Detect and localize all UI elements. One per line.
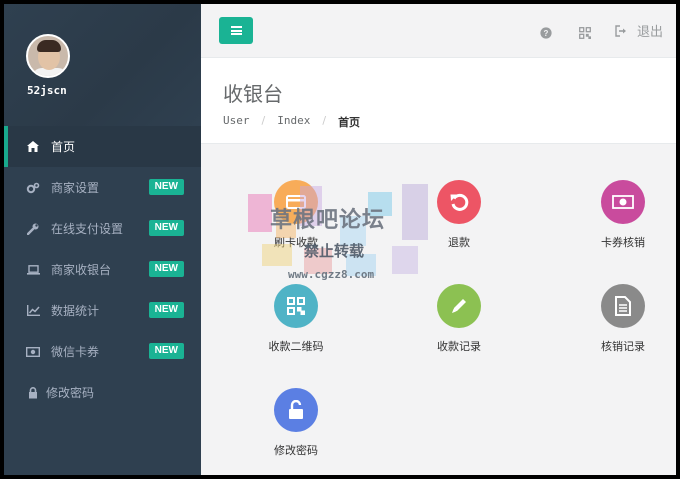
gears-icon — [26, 181, 40, 195]
tile-coupon-verify[interactable]: 卡券核销 — [568, 180, 676, 250]
money-icon — [601, 180, 645, 224]
sidebar-item-label: 首页 — [51, 140, 76, 154]
breadcrumb-item-current: 首页 — [338, 116, 361, 129]
help-icon[interactable]: ? — [540, 24, 552, 39]
sidebar-item-label: 商家收银台 — [51, 263, 112, 277]
wrench-icon — [26, 222, 40, 236]
sidebar-item-merchant-settings[interactable]: 商家设置 NEW — [4, 167, 201, 208]
sidebar-item-online-payment-settings[interactable]: 在线支付设置 NEW — [4, 208, 201, 249]
cashier-dashboard: 刷卡收款 退款 卡券核销 收款二维码 收款记录 核销记录 修改密码 — [201, 144, 676, 475]
new-badge: NEW — [148, 179, 184, 195]
tile-card-payment[interactable]: 刷卡收款 — [241, 180, 351, 250]
menu-toggle-button[interactable] — [219, 17, 253, 44]
breadcrumb-item-index[interactable]: Index — [277, 114, 310, 130]
logout-label: 退出 — [637, 25, 664, 40]
sidebar-item-wechat-coupons[interactable]: 微信卡券 NEW — [4, 331, 201, 372]
breadcrumb-item-user[interactable]: User — [223, 114, 250, 130]
page-title: 收银台 — [223, 82, 283, 106]
sidebar-nav: 首页 商家设置 NEW 在线支付设置 NEW 商家收银台 NEW 数据统计 NE… — [4, 126, 201, 413]
breadcrumb: User / Index / 首页 — [223, 114, 361, 130]
top-navbar: ? 退出 — [201, 4, 676, 58]
file-icon — [601, 284, 645, 328]
tile-label: 刷卡收款 — [274, 236, 318, 249]
sidebar-item-label: 修改密码 — [46, 386, 95, 400]
sidebar-item-merchant-cashier[interactable]: 商家收银台 NEW — [4, 249, 201, 290]
avatar[interactable] — [26, 34, 70, 78]
sidebar-item-label: 数据统计 — [51, 304, 100, 318]
credit-card-icon — [274, 180, 318, 224]
new-badge: NEW — [148, 220, 184, 236]
lock-icon — [26, 386, 40, 400]
app-frame: 52jscn 首页 商家设置 NEW 在线支付设置 NEW 商家收银台 NEW … — [4, 4, 676, 475]
tile-payment-records[interactable]: 收款记录 — [404, 284, 514, 354]
tile-label: 卡券核销 — [601, 236, 645, 249]
money-icon — [26, 345, 40, 359]
tile-label: 核销记录 — [601, 340, 645, 353]
tile-refund[interactable]: 退款 — [404, 180, 514, 250]
sidebar-item-label: 商家设置 — [51, 181, 100, 195]
sidebar-item-data-statistics[interactable]: 数据统计 NEW — [4, 290, 201, 331]
profile-panel: 52jscn — [4, 4, 201, 126]
unlock-icon — [274, 388, 318, 432]
new-badge: NEW — [148, 343, 184, 359]
hamburger-icon — [230, 25, 242, 37]
tile-label: 修改密码 — [274, 444, 318, 457]
laptop-icon — [26, 263, 40, 277]
sign-out-icon — [615, 24, 627, 37]
tile-label: 收款二维码 — [268, 340, 324, 353]
undo-icon — [437, 180, 481, 224]
svg-text:?: ? — [544, 29, 549, 38]
username[interactable]: 52jscn — [27, 84, 67, 97]
qrcode-icon — [274, 284, 318, 328]
pencil-icon — [437, 284, 481, 328]
new-badge: NEW — [148, 261, 184, 277]
line-chart-icon — [26, 304, 40, 318]
sidebar-item-label: 在线支付设置 — [51, 222, 124, 236]
qrcode-icon[interactable] — [579, 24, 592, 40]
tile-verify-records[interactable]: 核销记录 — [568, 284, 676, 354]
page-heading: 收银台 User / Index / 首页 — [201, 58, 676, 144]
tile-label: 退款 — [448, 236, 470, 249]
sidebar-item-change-password[interactable]: 修改密码 — [4, 372, 201, 413]
home-icon — [26, 140, 40, 154]
tile-payment-qrcode[interactable]: 收款二维码 — [241, 284, 351, 354]
tile-change-password[interactable]: 修改密码 — [241, 388, 351, 458]
sidebar: 52jscn 首页 商家设置 NEW 在线支付设置 NEW 商家收银台 NEW … — [4, 4, 201, 475]
logout-link[interactable]: 退出 — [615, 21, 663, 40]
tile-label: 收款记录 — [437, 340, 481, 353]
sidebar-item-home[interactable]: 首页 — [4, 126, 201, 167]
new-badge: NEW — [148, 302, 184, 318]
sidebar-item-label: 微信卡券 — [51, 345, 100, 359]
